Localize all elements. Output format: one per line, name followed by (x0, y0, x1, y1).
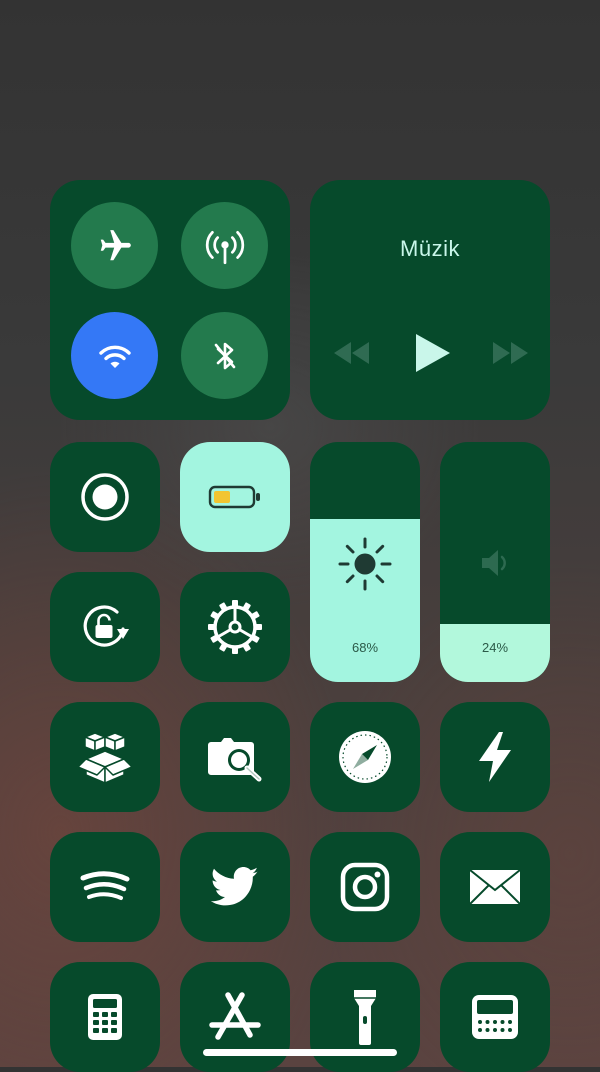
twitter-button[interactable] (180, 832, 290, 942)
flashlight-icon (354, 990, 376, 1045)
play-icon[interactable] (412, 332, 452, 374)
brightness-percent: 68% (351, 640, 379, 655)
rewind-icon[interactable] (332, 340, 372, 366)
volume-percent: 24% (481, 640, 509, 655)
volume-slider[interactable]: 24% (440, 442, 550, 682)
rotation-lock-icon (83, 605, 129, 647)
speaker-icon (482, 550, 506, 576)
cellular-antenna-icon (205, 230, 244, 264)
package-manager-button[interactable] (50, 702, 160, 812)
app-store-icon (209, 992, 261, 1040)
cellular-data-button[interactable] (181, 202, 268, 289)
screen-record-icon (81, 473, 129, 521)
brightness-slider[interactable]: 68% (310, 442, 420, 682)
flash-button[interactable] (440, 702, 550, 812)
wifi-icon (98, 345, 131, 368)
home-indicator[interactable] (203, 1049, 397, 1056)
radio-button[interactable] (440, 962, 550, 1072)
package-boxes-icon (77, 732, 133, 784)
instagram-icon (340, 862, 390, 912)
spotify-button[interactable] (50, 832, 160, 942)
twitter-bird-icon (211, 867, 259, 906)
airplane-icon (100, 229, 131, 260)
calculator-button[interactable] (50, 962, 160, 1072)
connectivity-module (50, 180, 290, 420)
calculator-icon (88, 994, 122, 1040)
instagram-button[interactable] (310, 832, 420, 942)
spotify-icon (80, 871, 130, 900)
sun-icon (338, 537, 392, 591)
music-title: Müzik (400, 236, 460, 261)
settings-button[interactable] (180, 572, 290, 682)
fast-forward-icon[interactable] (490, 340, 530, 366)
screen-record-button[interactable] (50, 442, 160, 552)
settings-gear-icon (208, 600, 262, 654)
safari-compass-icon (339, 731, 391, 783)
photo-search-button[interactable] (180, 702, 290, 812)
mail-icon (469, 869, 521, 905)
bluetooth-off-icon (214, 342, 235, 369)
photo-search-folder-icon (208, 738, 262, 782)
rotation-lock-button[interactable] (50, 572, 160, 682)
mail-button[interactable] (440, 832, 550, 942)
safari-button[interactable] (310, 702, 420, 812)
bluetooth-button[interactable] (181, 312, 268, 399)
low-power-mode-button[interactable] (180, 442, 290, 552)
music-module[interactable] (310, 180, 550, 420)
wifi-button[interactable] (71, 312, 158, 399)
low-power-battery-icon (208, 485, 260, 509)
radio-icon (472, 995, 518, 1039)
flash-icon (479, 732, 511, 782)
airplane-mode-button[interactable] (71, 202, 158, 289)
